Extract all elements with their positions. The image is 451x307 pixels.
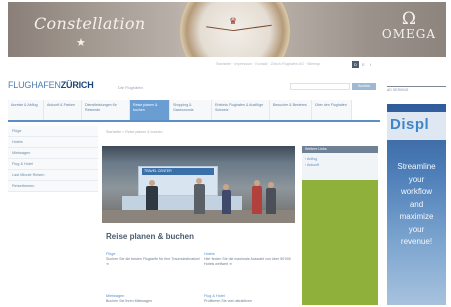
- teaser-text: Suchen Sie die besten Flugtarife für Ihr…: [106, 257, 200, 266]
- ad-copy-line: maximize: [399, 212, 434, 221]
- sidebar-item-flug-hotel[interactable]: Flug & Hotel: [8, 159, 98, 170]
- ad-copy-line: Streamline: [397, 162, 436, 171]
- breadcrumb[interactable]: Startseite > Reise planen & buchen: [106, 130, 162, 134]
- ad-copy-line: revenue!: [400, 237, 433, 246]
- sidebar-item-mietwagen[interactable]: Mietwagen: [8, 148, 98, 159]
- omega-wordmark: OMEGA: [381, 27, 436, 41]
- nav-item-ankunft[interactable]: Ankunft & Parken: [44, 100, 82, 120]
- ad-brand-box: Displ: [387, 112, 446, 140]
- watch-image: ♛: [180, 2, 290, 57]
- ad-tag: AD SERVING: [387, 86, 446, 92]
- hero-image: TRAVEL CENTER: [102, 146, 295, 223]
- site-logo[interactable]: FLUGHAFENZÜRICH: [8, 80, 94, 90]
- nav-item-dienstleistungen[interactable]: Dienstleistungen für Reisende: [82, 100, 130, 120]
- omega-symbol: Ω: [401, 9, 416, 29]
- sidebar-item-hotels[interactable]: Hotels: [8, 137, 98, 148]
- lang-it-button[interactable]: I: [367, 61, 374, 68]
- ad-copy-line: workflow: [400, 187, 433, 196]
- sidebar-item-reisethemen[interactable]: Reisethemen: [8, 181, 98, 192]
- utility-links[interactable]: Startseite · Impressum · Kontakt · Züric…: [216, 62, 346, 68]
- nav-item-reise-planen[interactable]: Reise planen & buchen: [130, 100, 170, 120]
- nav-item-erlebnis[interactable]: Erlebnis Flughafen & Ausflüge Schweiz: [212, 100, 270, 120]
- sidebar-item-fluege[interactable]: Flüge: [8, 126, 98, 137]
- logo-part-zuerich: ZÜRICH: [60, 80, 94, 90]
- person-head: [254, 180, 260, 186]
- skyscraper-ad[interactable]: Displ Streamline your workflow and maxim…: [387, 104, 446, 305]
- omega-logo: Ω OMEGA: [382, 10, 436, 41]
- ad-copy: Streamline your workflow and maximize yo…: [387, 161, 446, 249]
- omega-banner-ad[interactable]: Constellation ★ ♛ Ω OMEGA: [8, 2, 446, 57]
- star-icon: ★: [76, 37, 86, 49]
- ad-copy-line: your: [408, 224, 425, 234]
- main-navigation: Anreise & Abflug Ankunft & Parken Dienst…: [8, 100, 380, 122]
- nav-item-shopping[interactable]: Shopping & Gastronomie: [170, 100, 212, 120]
- person-head: [196, 178, 202, 184]
- widget-links: › Anflug › Ankunft: [302, 153, 378, 180]
- nav-item-ueber[interactable]: Über den Flughafen: [312, 100, 352, 120]
- person-figure: [194, 184, 205, 214]
- person-figure: [252, 186, 262, 214]
- ad-copy-line: your: [408, 174, 425, 184]
- person-head: [268, 182, 274, 188]
- ad-brand: Displ: [390, 116, 430, 133]
- ad-copy-line: and: [409, 199, 424, 209]
- sidebar-item-last-minute[interactable]: Last Minute Reisen: [8, 170, 98, 181]
- widget-header: Weitere Links: [302, 146, 378, 153]
- person-head: [223, 184, 229, 190]
- hero-ceiling: [102, 146, 295, 164]
- teaser-hotels[interactable]: Hotels Hier finden Sie die maximale Ausw…: [204, 252, 299, 266]
- page-title: Reise planen & buchen: [106, 232, 195, 241]
- person-head: [149, 180, 155, 186]
- nav-item-besucher[interactable]: Besucher & Besteres: [270, 100, 312, 120]
- person-figure: [146, 186, 158, 210]
- nav-item-anreise[interactable]: Anreise & Abflug: [8, 100, 44, 120]
- person-figure: [266, 188, 276, 214]
- sidebar: Flüge Hotels Mietwagen Flug & Hotel Last…: [8, 126, 98, 192]
- teaser-text: Hier finden Sie die maximale Auswahl von…: [204, 257, 291, 266]
- banner-script-text: Constellation: [34, 14, 146, 33]
- watch-hand: [233, 24, 272, 32]
- search-input[interactable]: [290, 83, 350, 90]
- lang-de-button[interactable]: D: [352, 61, 359, 68]
- widget-link-ankunft[interactable]: › Ankunft: [305, 162, 375, 168]
- green-promo-box[interactable]: [302, 180, 378, 305]
- person-figure: [222, 190, 231, 214]
- teaser-mietwagen[interactable]: Mietwagen Buchen Sie Ihren Mietwagen: [106, 294, 201, 304]
- hero-sign: TRAVEL CENTER: [142, 168, 214, 175]
- search-button[interactable]: Suchen: [352, 83, 376, 90]
- teaser-text: Profitieren Sie vom attraktiven: [204, 299, 252, 303]
- lang-en-button[interactable]: E: [360, 61, 367, 68]
- teaser-flug-hotel[interactable]: Flug & Hotel Profitieren Sie vom attrakt…: [204, 294, 299, 304]
- logo-part-flughafen: FLUGHAFEN: [8, 80, 61, 90]
- teaser-text: Buchen Sie Ihren Mietwagen: [106, 299, 152, 303]
- teaser-fluege[interactable]: Flüge Suchen Sie die besten Flugtarife f…: [106, 252, 201, 266]
- crown-icon: ♛: [229, 16, 238, 26]
- site-label[interactable]: Die Flughäfen: [118, 85, 143, 90]
